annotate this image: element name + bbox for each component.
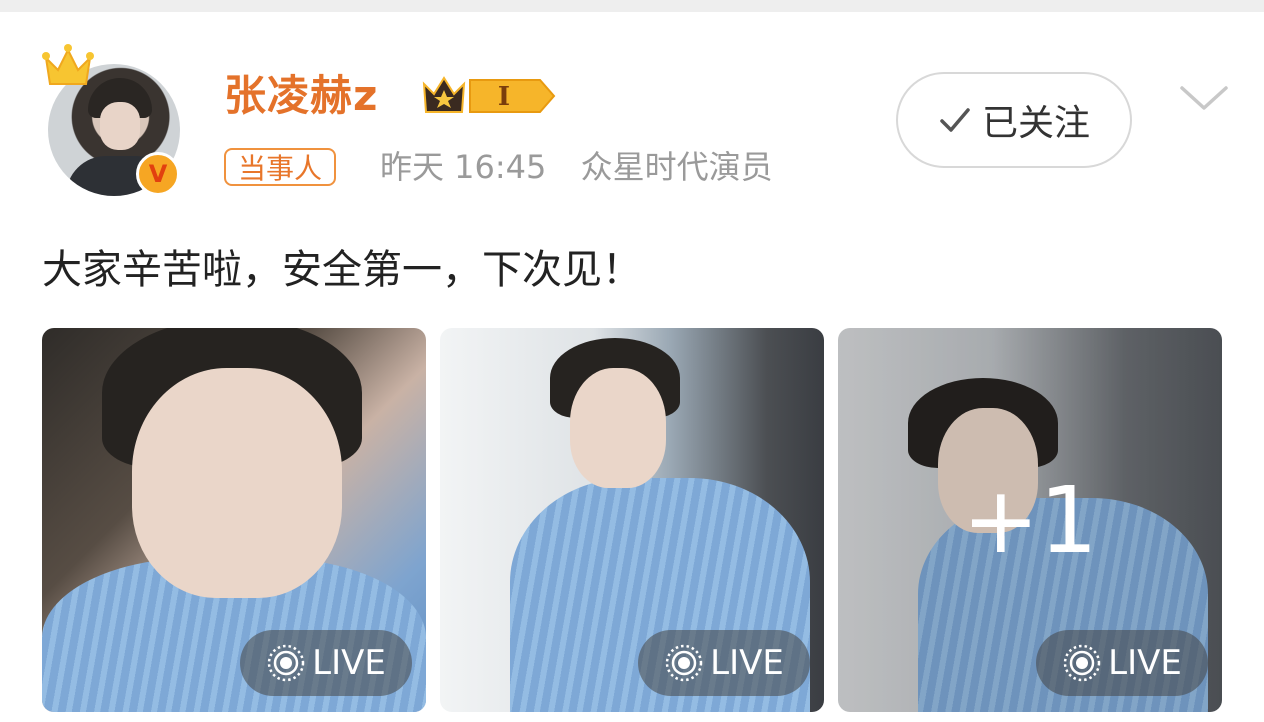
follow-label: 已关注 [981, 103, 1090, 144]
avatar-group[interactable]: V [40, 40, 190, 200]
author-tag: 当事人 [224, 148, 337, 186]
post-text: 大家辛苦啦，安全第一，下次见！ [42, 247, 642, 293]
verified-badge: V [136, 152, 180, 196]
live-photo-icon [267, 644, 305, 682]
live-badge[interactable]: LIVE [240, 630, 412, 696]
username[interactable]: 张凌赫z [224, 66, 378, 126]
follow-button[interactable]: 已关注 [896, 72, 1132, 168]
live-badge[interactable]: LIVE [638, 630, 810, 696]
vip-level-text: I [498, 82, 510, 112]
vip-level-badge[interactable]: I [420, 72, 556, 120]
live-photo-icon [665, 644, 703, 682]
crown-icon [42, 44, 94, 85]
live-label: LIVE [312, 643, 386, 683]
live-label: LIVE [1108, 643, 1182, 683]
live-photo-icon [1063, 644, 1101, 682]
live-badge[interactable]: LIVE [1036, 630, 1208, 696]
live-label: LIVE [710, 643, 784, 683]
top-divider [0, 0, 1264, 12]
chevron-down-icon[interactable] [1176, 80, 1232, 116]
post-time: 昨天 16:45 [380, 148, 547, 186]
post-source: 众星时代演员 [580, 148, 773, 186]
check-icon [940, 108, 970, 132]
post-meta: 昨天 16:45 众星时代演员 [380, 144, 773, 190]
